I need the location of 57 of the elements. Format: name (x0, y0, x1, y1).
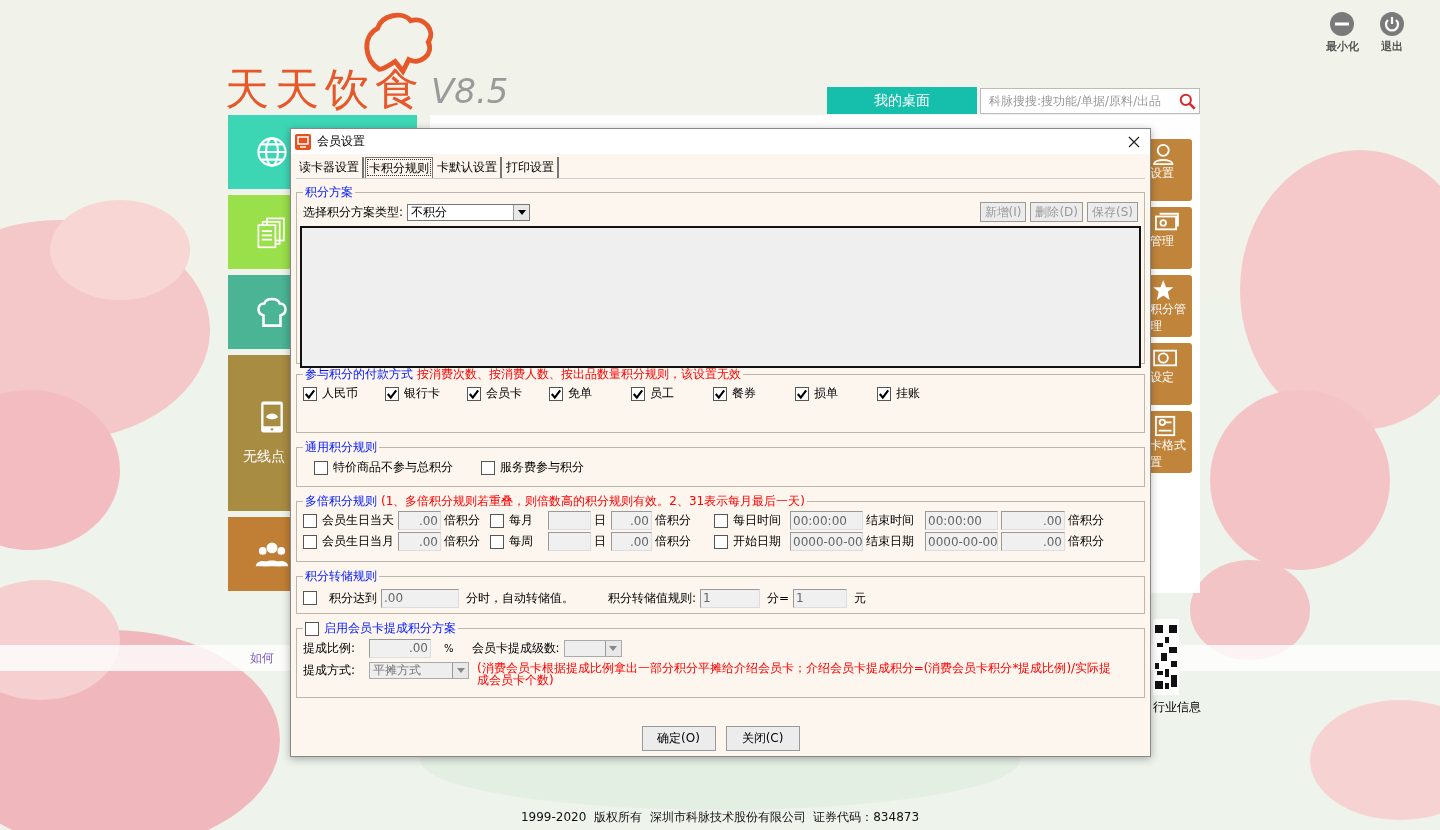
group-title: 启用会员卡提成积分方案 (324, 620, 456, 637)
field-label: 倍积分 (444, 512, 481, 529)
checkbox-label: 损单 (814, 385, 838, 402)
checkbox-label: 银行卡 (404, 385, 440, 402)
group-title: 多倍积分规则 (305, 493, 377, 510)
qr-caption: 行业信息 (1153, 699, 1201, 716)
field-label: 结束时间 (866, 512, 915, 529)
tile-label: 设定 (1150, 369, 1174, 386)
field-label: 日 (594, 512, 607, 529)
checkbox-label: 会员生日当天 (322, 512, 394, 529)
checkbox-label: 免单 (568, 385, 592, 402)
checkbox-label: 服务费参与积分 (500, 459, 584, 476)
tile-label: 管理 (1150, 233, 1174, 250)
field-label: 结束日期 (866, 533, 915, 550)
field-label: 倍积分 (655, 512, 692, 529)
field-label: 分= (767, 589, 790, 607)
field-label: 元 (854, 589, 867, 607)
checkbox-label: 开始日期 (733, 533, 781, 550)
field-label: 会员卡提成级数: (471, 639, 560, 657)
tile-label: 卡格式 (1150, 437, 1186, 454)
field-label: 分时，自动转储值。 (466, 589, 574, 607)
warning-note: (消费会员卡根据提成比例拿出一部分积分平摊给介绍会员卡；介绍会员卡提成积分=(消费会员卡积分*提成比例)/实际提成会员卡个数) (477, 662, 1113, 686)
field-label: 倍积分 (655, 533, 692, 550)
checkbox-label: 餐券 (732, 385, 756, 402)
group-title: 积分转储规则 (305, 568, 377, 585)
copyright-text: 1999-2020 版权所有 深圳市科脉技术股份有限公司 证券代码：834873 (520, 809, 920, 826)
group-title: 通用积分规则 (305, 439, 377, 456)
dialog-title: 会员设置 (317, 133, 365, 150)
tile-label: 置 (1150, 454, 1162, 471)
field-label: 积分达到 (329, 589, 377, 607)
tile-label: 无线点 (243, 448, 285, 466)
checkbox-label: 会员生日当月 (322, 533, 394, 550)
checkbox-label: 人民币 (322, 385, 358, 402)
warning-note: (1、多倍积分规则若重叠，则倍数高的积分规则有效。2、31表示每月最后一天) (381, 493, 805, 510)
field-label: 倍积分 (1068, 533, 1105, 550)
unit-label: % (444, 642, 454, 654)
warning-note: 按消费次数、按消费人数、按出品数量积分规则，该设置无效 (417, 366, 741, 383)
group-title: 积分方案 (305, 184, 353, 201)
tile-label: 积分管 (1150, 301, 1186, 318)
field-label: 选择积分方案类型: (303, 203, 404, 221)
checkbox-label: 每月 (509, 512, 533, 529)
group-title: 参与积分的付款方式 (305, 366, 413, 383)
tile-label: 设置 (1150, 165, 1174, 182)
field-label: 倍积分 (1068, 512, 1105, 529)
checkbox-label: 特价商品不参与总积分 (333, 459, 453, 476)
checkbox-label: 会员卡 (486, 385, 522, 402)
field-label: 提成比例: (303, 639, 357, 657)
checkbox-label: 每周 (509, 533, 533, 550)
checkbox-label: 挂账 (896, 385, 920, 402)
checkbox-label: 员工 (650, 385, 674, 402)
field-label: 提成方式: (303, 662, 357, 679)
field-label: 积分转储值规则: (608, 589, 697, 607)
field-label: 倍积分 (444, 533, 481, 550)
logo-text: 天天饮食 (225, 63, 425, 115)
checkbox-label: 每日时间 (733, 512, 781, 529)
field-label: 日 (594, 533, 607, 550)
version-text: V8.5 (431, 70, 509, 113)
